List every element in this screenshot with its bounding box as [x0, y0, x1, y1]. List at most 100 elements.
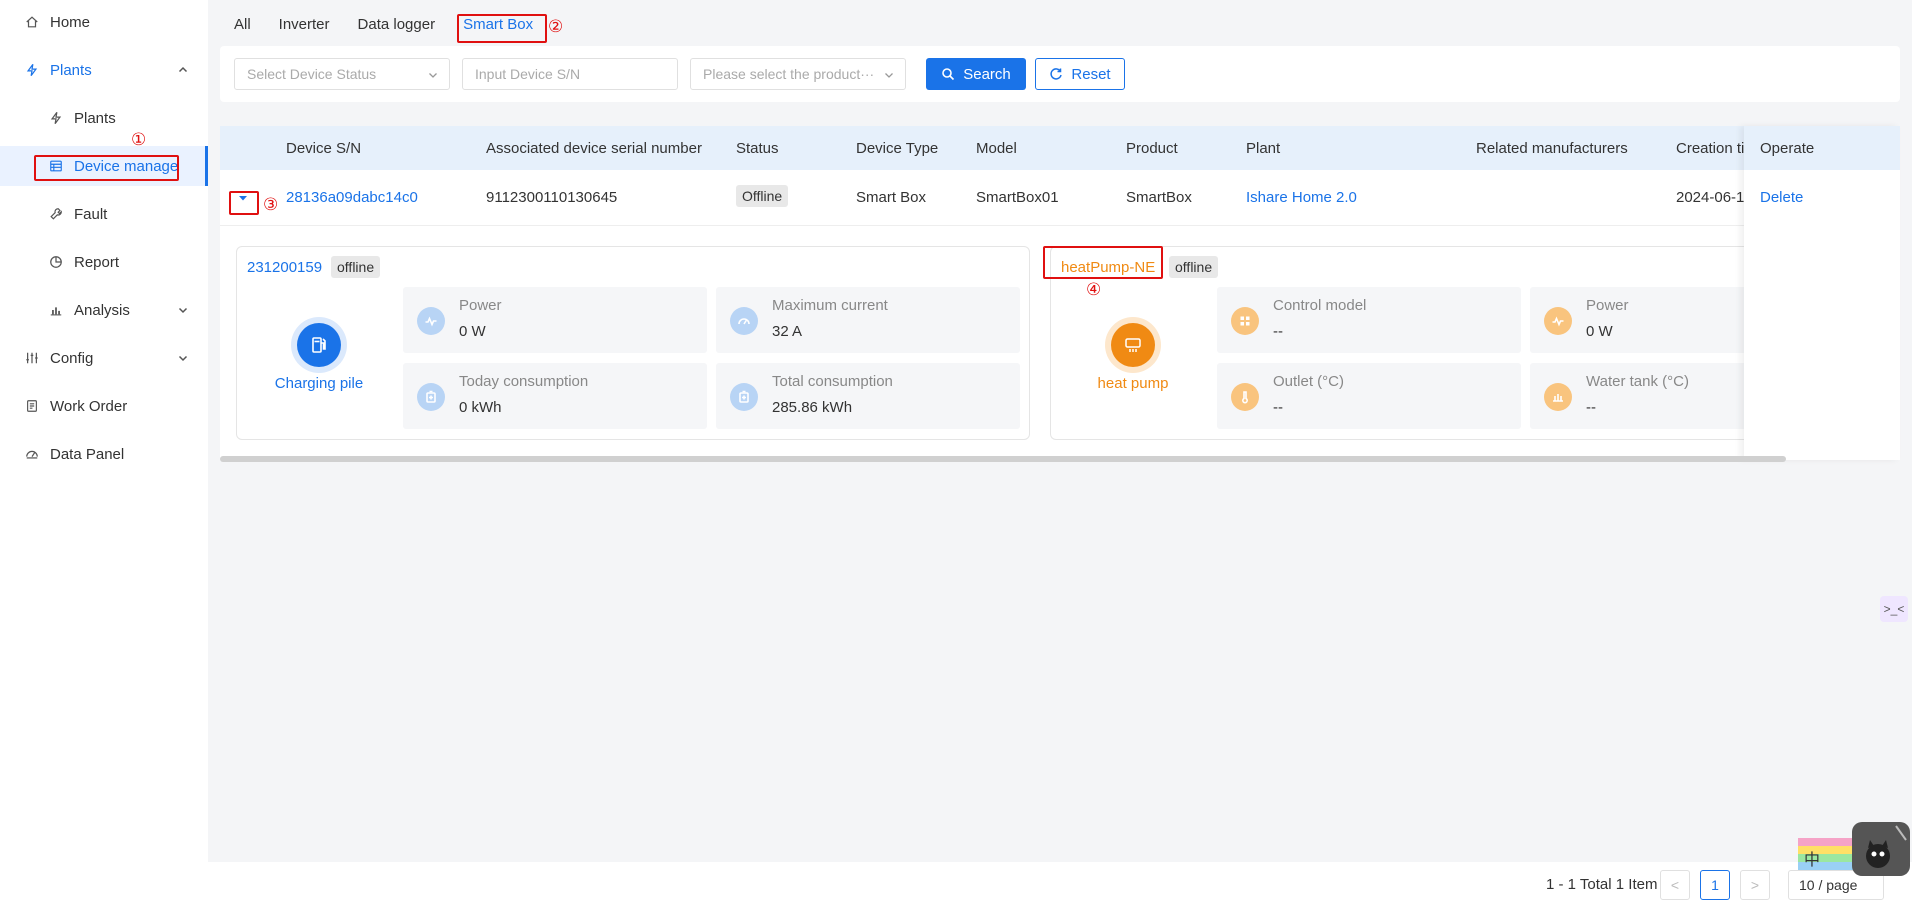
metric-value: 32 A: [772, 323, 803, 340]
metric-label: Power: [1586, 297, 1629, 314]
annotation-number: ①: [131, 130, 147, 150]
metric-value: 0 kWh: [459, 399, 502, 416]
sidebar-item-home[interactable]: Home: [0, 2, 208, 42]
metric-maximum-current: Maximum current 32 A: [716, 287, 1020, 353]
sidebar-item-work-order[interactable]: Work Order: [0, 386, 208, 426]
metric-label: Total consumption: [772, 373, 893, 390]
operate-column: Operate Delete: [1744, 126, 1900, 460]
sidebar-item-label: Fault: [74, 205, 108, 223]
device-name: Charging pile: [274, 375, 364, 392]
horizontal-scrollbar[interactable]: [220, 456, 1786, 462]
product: SmartBox: [1126, 189, 1192, 206]
chevron-down-icon: [178, 355, 188, 362]
bar-chart-icon: [48, 302, 64, 318]
delete-link[interactable]: Delete: [1760, 189, 1803, 206]
metric-label: Today consumption: [459, 373, 589, 390]
sidebar-item-fault[interactable]: Fault: [0, 194, 208, 234]
model: SmartBox01: [976, 189, 1059, 206]
sidebar-item-config[interactable]: Config: [0, 338, 208, 378]
metric-value: 0 W: [459, 323, 486, 340]
pagination-total: 1 - 1 Total 1 Item: [1546, 876, 1658, 893]
pagination-bar: 1 - 1 Total 1 Item < 1 > 10 / page: [208, 862, 1912, 910]
battery-icon: [417, 383, 445, 411]
status-badge: offline: [331, 256, 381, 278]
sidebar-item-label: Config: [50, 349, 94, 367]
metric-label: Power: [459, 297, 502, 314]
annotation-number: ②: [548, 17, 564, 37]
next-page-button[interactable]: >: [1740, 870, 1770, 900]
filter-bar: Select Device Status Input Device S/N Pl…: [220, 46, 1900, 102]
annotation-box-expand: [229, 191, 259, 215]
annotation-box-device-manage: [34, 155, 179, 181]
metric-power: Power 0 W: [403, 287, 707, 353]
sidebar-item-analysis[interactable]: Analysis: [0, 290, 208, 330]
column-header-creation-time: Creation ti: [1676, 140, 1745, 157]
chevron-up-icon: [178, 66, 188, 73]
device-card-charging-pile: 231200159 offline Charging pile Power 0 …: [236, 246, 1030, 440]
annotation-box-heat-pump: [1043, 246, 1163, 279]
search-button-label: Search: [963, 65, 1011, 83]
status-badge: Offline: [736, 185, 789, 207]
pulse-icon: [1544, 307, 1572, 335]
wrench-icon: [48, 206, 64, 222]
reset-button-label: Reset: [1071, 65, 1111, 83]
bolt-icon: [24, 62, 40, 78]
search-icon: [942, 68, 955, 81]
water-tank-icon: [1544, 383, 1572, 411]
device-sn-placeholder: Input Device S/N: [475, 66, 581, 82]
sidebar-item-label: Plants: [74, 109, 116, 127]
metric-value: 285.86 kWh: [772, 399, 853, 416]
page-size-label: 10 / page: [1799, 877, 1858, 893]
column-header-operate: Operate: [1760, 140, 1815, 157]
prev-page-button[interactable]: <: [1660, 870, 1690, 900]
dashboard-icon: [24, 446, 40, 462]
column-header-product: Product: [1126, 140, 1178, 157]
metric-today-consumption: Today consumption 0 kWh: [403, 363, 707, 429]
metric-value: 0 W: [1586, 323, 1613, 340]
column-header-associated-sn: Associated device serial number: [486, 140, 702, 157]
metric-outlet-temperature: Outlet (°C) --: [1217, 363, 1521, 429]
sidebar-item-label: Data Panel: [50, 445, 125, 463]
device-status-select[interactable]: Select Device Status: [234, 58, 450, 90]
device-sn-link[interactable]: 28136a09dabc14c0: [286, 189, 418, 206]
table-row: 28136a09dabc14c0 9112300110130645 Offlin…: [220, 170, 1900, 226]
plant-link[interactable]: Ishare Home 2.0: [1246, 189, 1357, 206]
device-table: Device S/N Associated device serial numb…: [220, 126, 1900, 460]
product-select[interactable]: Please select the product···: [690, 58, 906, 90]
charging-pile-id-link[interactable]: 231200159: [247, 259, 322, 276]
associated-sn: 9112300110130645: [486, 189, 618, 206]
sliders-icon: [24, 350, 40, 366]
sidebar-item-plants[interactable]: Plants: [0, 98, 208, 138]
mascot-widget[interactable]: 中: [1798, 820, 1910, 876]
tab-all[interactable]: All: [220, 10, 265, 44]
column-header-sn: Device S/N: [286, 140, 362, 157]
annotation-box-smart-box-tab: [457, 14, 547, 43]
grid-icon: [1231, 307, 1259, 335]
operate-column-header-cell: Operate: [1744, 126, 1900, 170]
chevron-down-icon: [885, 73, 893, 78]
tab-data-logger[interactable]: Data logger: [344, 10, 450, 44]
sidebar-item-data-panel[interactable]: Data Panel: [0, 434, 208, 474]
sidebar-item-label: Work Order: [50, 397, 128, 415]
metric-label: Water tank (°C): [1586, 373, 1689, 390]
metric-value: --: [1273, 323, 1283, 340]
reset-button[interactable]: Reset: [1035, 58, 1125, 90]
metric-label: Control model: [1273, 297, 1367, 314]
charging-pile-icon: [297, 323, 341, 367]
floating-side-tab[interactable]: >_<: [1880, 596, 1908, 622]
device-sn-input[interactable]: Input Device S/N: [462, 58, 678, 90]
sidebar-item-report[interactable]: Report: [0, 242, 208, 282]
sidebar-item-plants-group[interactable]: Plants: [0, 50, 208, 90]
column-header-model: Model: [976, 140, 1017, 157]
search-button[interactable]: Search: [926, 58, 1026, 90]
tab-inverter[interactable]: Inverter: [265, 10, 344, 44]
metric-label: Outlet (°C): [1273, 373, 1345, 390]
metric-label: Maximum current: [772, 297, 888, 314]
mascot-label: 中: [1804, 850, 1821, 869]
device-type: Smart Box: [856, 189, 927, 206]
page-button-current[interactable]: 1: [1700, 870, 1730, 900]
column-header-status: Status: [736, 140, 779, 157]
sidebar-item-label: Home: [50, 13, 91, 31]
pulse-icon: [417, 307, 445, 335]
sidebar: Home Plants Plants Device manage Fault R…: [0, 0, 208, 910]
